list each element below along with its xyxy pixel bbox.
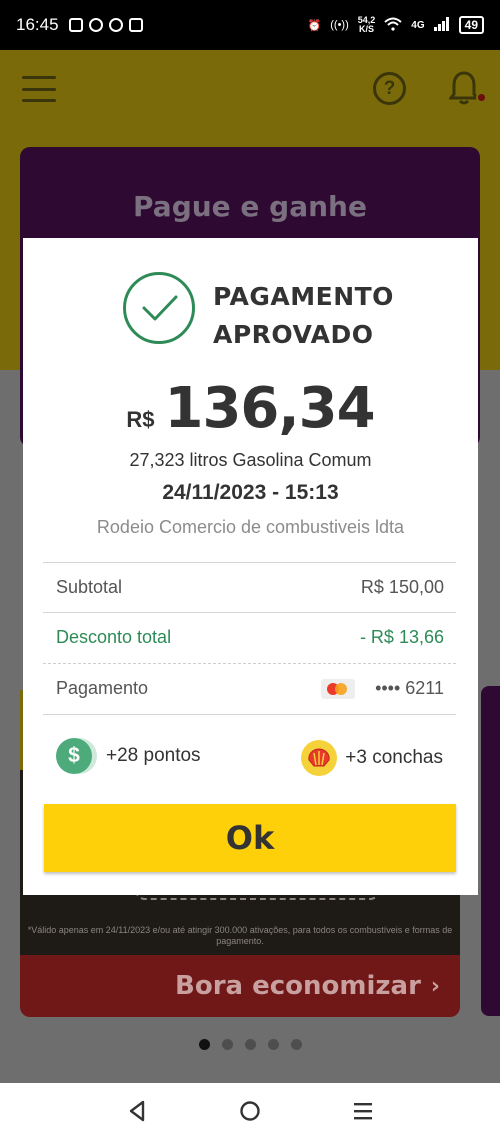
subtotal-label: Subtotal [56, 577, 123, 597]
card-number: •••• 6211 [375, 678, 444, 698]
battery-level: 49 [458, 16, 484, 34]
carousel-dot[interactable] [267, 1039, 279, 1050]
status-title-line1: PAGAMENTO [213, 282, 394, 311]
recents-icon[interactable] [343, 1091, 383, 1131]
subtotal-row: Subtotal R$ 150,00 [56, 577, 444, 598]
payment-amount: 136,34 [164, 376, 376, 441]
divider [43, 612, 456, 613]
shells-earned: +3 conchas [301, 740, 443, 776]
camera-notification-icon [68, 18, 83, 32]
chat-icon [108, 18, 123, 32]
divider [43, 714, 456, 715]
signal-icon [433, 16, 450, 34]
home-icon[interactable] [230, 1091, 270, 1131]
cta-button[interactable]: Bora economizar › [20, 955, 460, 1017]
next-card-peek[interactable] [481, 686, 500, 1016]
hotspot-icon: ((•)) [330, 19, 349, 31]
alarm-icon: ⏰ [307, 19, 322, 32]
carousel-dot[interactable] [244, 1039, 256, 1050]
shells-value: +3 conchas [345, 747, 443, 768]
status-title-line2: APROVADO [213, 320, 374, 349]
points-earned: $ +28 pontos [56, 738, 201, 774]
amount-row: R$ 136,34 [23, 376, 478, 441]
currency-symbol: R$ [126, 407, 155, 432]
menu-icon[interactable] [22, 76, 56, 102]
merchant-name: Rodeio Comercio de combustiveis ldta [96, 517, 405, 537]
divider [43, 663, 456, 664]
network-type: 4G [411, 19, 425, 31]
net-speed-unit: K/S [359, 24, 375, 34]
whatsapp-icon [88, 18, 103, 32]
status-bar: 16:45 ⏰ ((•)) 54,2 K/S 4G 49 [0, 0, 500, 50]
mastercard-icon [321, 678, 356, 699]
points-value: +28 pontos [106, 745, 201, 766]
notification-bell-icon[interactable] [448, 70, 480, 106]
discount-value: - R$ 13,66 [359, 627, 444, 647]
coin-icon: $ [56, 738, 92, 774]
net-speed: 54,2 K/S [358, 16, 376, 34]
fuel-liters: 27,323 litros Gasolina Comum [129, 450, 372, 470]
help-icon[interactable]: ? [373, 72, 406, 105]
payment-label: Pagamento [56, 678, 149, 698]
notification-badge [476, 92, 487, 103]
chevron-right-icon: › [430, 973, 440, 999]
back-icon[interactable] [117, 1091, 157, 1131]
discount-label: Desconto total [56, 627, 172, 647]
shell-logo-icon [301, 740, 338, 776]
payment-datetime: 24/11/2023 - 15:13 [162, 481, 339, 504]
wifi-icon [384, 17, 402, 34]
subtotal-value: R$ 150,00 [360, 577, 444, 597]
status-time: 16:45 [16, 15, 59, 34]
discount-row: Desconto total - R$ 13,66 [56, 627, 444, 648]
system-nav-bar [0, 1083, 500, 1139]
carousel-dot[interactable] [290, 1039, 302, 1050]
carousel-dot[interactable] [221, 1039, 233, 1050]
cta-label: Bora economizar [175, 971, 421, 1001]
payment-status-title: PAGAMENTO APROVADO [213, 278, 423, 354]
promo-title: Pague e ganhe [133, 190, 367, 223]
bank-app-icon [128, 18, 143, 32]
divider [43, 562, 456, 563]
carousel-indicator [0, 1039, 500, 1050]
carousel-dot[interactable] [198, 1039, 210, 1050]
success-check-icon [123, 272, 195, 344]
ok-button[interactable]: Ok [44, 804, 456, 872]
promo-disclaimer: *Válido apenas em 24/11/2023 e/ou até at… [27, 925, 453, 946]
payment-method-row: Pagamento •••• 6211 [56, 678, 444, 699]
payment-receipt-dialog: PAGAMENTO APROVADO R$ 136,34 27,323 litr… [23, 238, 478, 895]
